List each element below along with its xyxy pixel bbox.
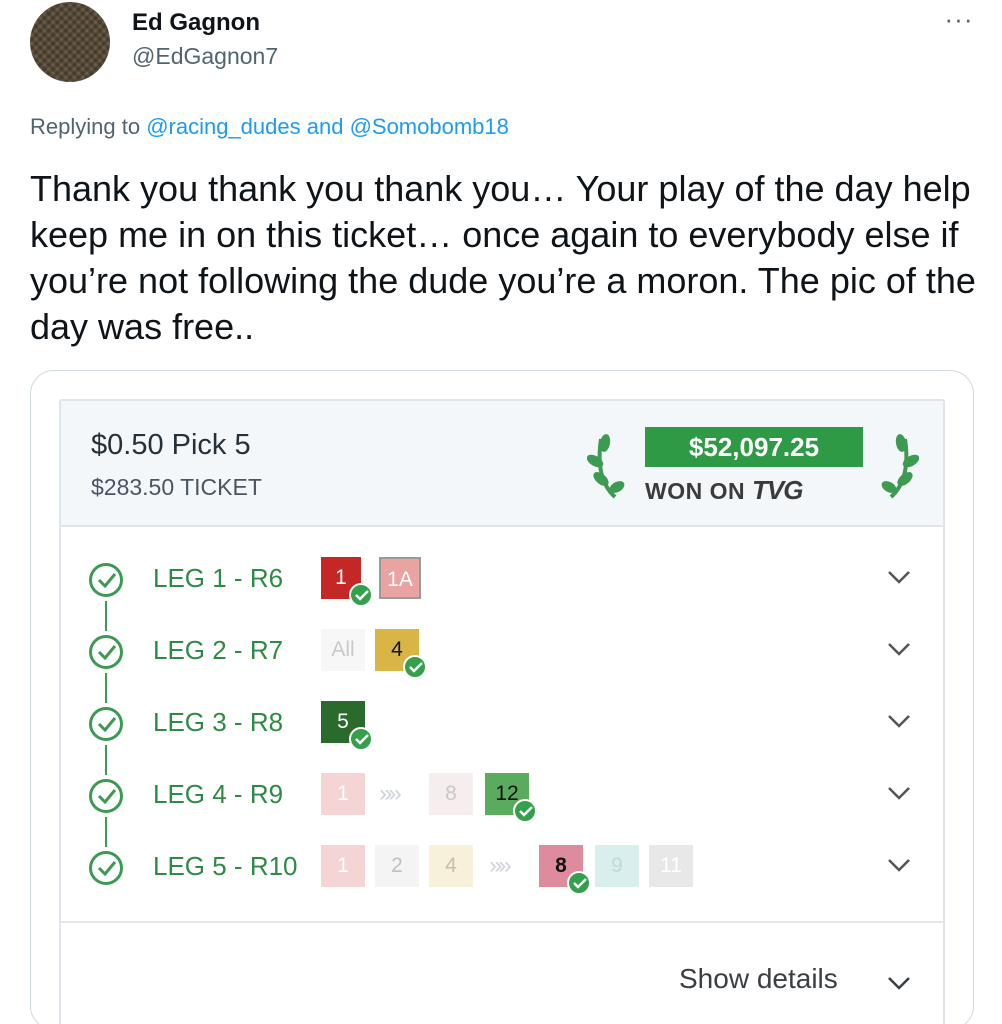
leg-label: LEG 4 - R9 — [153, 779, 284, 809]
selection-chip: 1 — [321, 773, 365, 815]
show-details-button[interactable]: Show details — [679, 963, 838, 995]
selection-chip: 1A — [379, 557, 421, 599]
bet-ticket: $0.50 Pick 5 $283.50 TICKET $52,097.25 W… — [59, 399, 945, 1024]
winner-check-icon — [349, 727, 373, 751]
range-arrow-icon: »» — [379, 780, 402, 807]
check-circle-icon — [89, 779, 123, 813]
winner-check-icon — [403, 655, 427, 679]
leg-row-4[interactable]: LEG 4 - R9 1 »» 8 12 — [61, 771, 943, 823]
leg-label: LEG 2 - R7 — [153, 635, 284, 665]
avatar[interactable] — [30, 2, 110, 82]
leg-row-3[interactable]: LEG 3 - R8 5 — [61, 699, 943, 751]
selection-chip: 4 — [429, 845, 473, 887]
tvg-logo: TVG — [752, 475, 803, 505]
replying-to-line: Replying to @racing_dudes and @Somobomb1… — [30, 114, 509, 140]
winner-check-icon — [567, 871, 591, 895]
mention-and-text: and — [300, 114, 350, 139]
chevron-down-icon[interactable] — [887, 641, 911, 657]
more-options-icon[interactable]: ··· — [942, 4, 976, 34]
tweet-text: Thank you thank you thank you… Your play… — [30, 168, 976, 347]
win-amount: $52,097.25 — [645, 427, 863, 467]
won-on-label: WON ON TVG — [645, 475, 881, 506]
selection-chip: 11 — [649, 845, 693, 887]
selection-chip: 2 — [375, 845, 419, 887]
author-display-name[interactable]: Ed Gagnon — [132, 9, 260, 37]
laurel-right-icon — [881, 434, 919, 499]
selection-chip: 9 — [595, 845, 639, 887]
winner-check-icon — [349, 583, 373, 607]
winner-check-icon — [513, 799, 537, 823]
tweet-media-card[interactable]: $0.50 Pick 5 $283.50 TICKET $52,097.25 W… — [30, 370, 974, 1024]
leg-row-5[interactable]: LEG 5 - R10 1 2 4 »» 8 9 11 — [61, 843, 943, 895]
selection-chip: All — [321, 629, 365, 671]
author-handle[interactable]: @EdGagnon7 — [132, 43, 278, 70]
check-circle-icon — [89, 635, 123, 669]
mention-link-racing-dudes[interactable]: @racing_dudes — [146, 114, 300, 139]
ticket-cost: $283.50 TICKET — [91, 474, 262, 500]
won-on-text: WON ON — [645, 478, 746, 504]
range-arrow-icon: »» — [489, 852, 512, 879]
chevron-down-icon[interactable] — [887, 569, 911, 585]
chevron-down-icon[interactable] — [887, 975, 911, 991]
mention-link-somobomb18[interactable]: @Somobomb18 — [350, 114, 509, 139]
chevron-down-icon[interactable] — [887, 785, 911, 801]
replying-to-label: Replying to — [30, 114, 147, 139]
leg-label: LEG 3 - R8 — [153, 707, 284, 737]
leg-row-1[interactable]: LEG 1 - R6 1 1A — [61, 555, 943, 607]
chevron-down-icon[interactable] — [887, 857, 911, 873]
divider — [61, 921, 943, 923]
selection-chip: 8 — [429, 773, 473, 815]
selection-chip: 1 — [321, 845, 365, 887]
laurel-left-icon — [587, 434, 625, 499]
leg-label: LEG 1 - R6 — [153, 563, 284, 593]
check-circle-icon — [89, 563, 123, 597]
check-circle-icon — [89, 851, 123, 885]
bet-type: $0.50 Pick 5 — [91, 429, 251, 461]
check-circle-icon — [89, 707, 123, 741]
chevron-down-icon[interactable] — [887, 713, 911, 729]
leg-row-2[interactable]: LEG 2 - R7 All 4 — [61, 627, 943, 679]
ticket-header: $0.50 Pick 5 $283.50 TICKET $52,097.25 W… — [61, 401, 943, 527]
leg-label: LEG 5 - R10 — [153, 851, 298, 881]
